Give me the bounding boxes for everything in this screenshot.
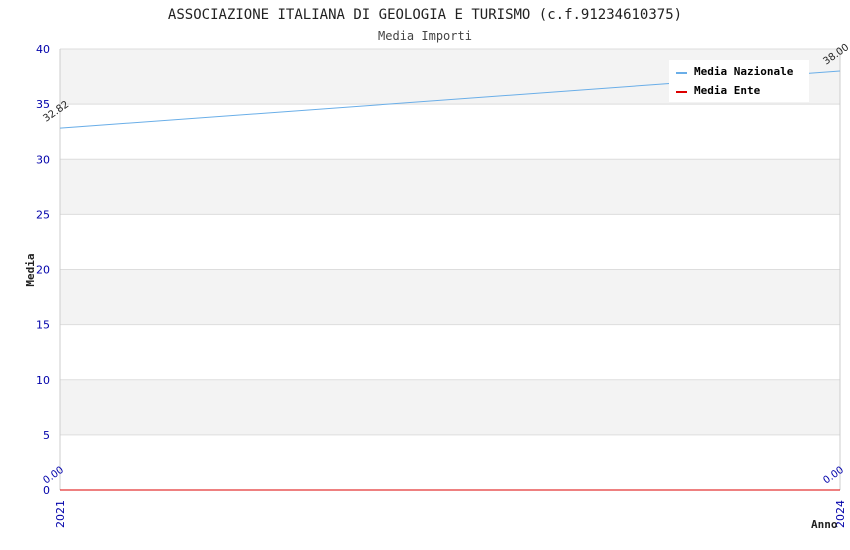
grid-band bbox=[60, 159, 840, 215]
y-tick-label: 15 bbox=[36, 319, 50, 332]
y-tick-label: 30 bbox=[36, 153, 50, 166]
grid-band bbox=[60, 324, 840, 380]
y-tick-label: 40 bbox=[36, 43, 50, 56]
grid-band bbox=[60, 379, 840, 435]
line-chart: ASSOCIAZIONE ITALIANA DI GEOLOGIA E TURI… bbox=[24, 7, 850, 531]
x-axis-label: Anno bbox=[811, 518, 838, 531]
grid-band bbox=[60, 214, 840, 270]
y-tick-label: 10 bbox=[36, 374, 50, 387]
y-tick-label: 25 bbox=[36, 208, 50, 221]
legend: Media Nazionale Media Ente bbox=[669, 60, 809, 102]
x-tick-label: 2021 bbox=[54, 500, 67, 528]
chart-title: ASSOCIAZIONE ITALIANA DI GEOLOGIA E TURI… bbox=[168, 7, 682, 23]
legend-label: Media Ente bbox=[694, 84, 761, 97]
grid-band bbox=[60, 434, 840, 490]
y-tick-label: 20 bbox=[36, 264, 50, 277]
y-axis-label: Media bbox=[24, 253, 37, 286]
grid-band bbox=[60, 104, 840, 160]
x-axis-ticks: 2021 2024 bbox=[54, 500, 847, 528]
grid-band bbox=[60, 269, 840, 325]
chart-subtitle: Media Importi bbox=[378, 29, 472, 43]
legend-label: Media Nazionale bbox=[694, 65, 794, 78]
y-tick-label: 35 bbox=[36, 98, 50, 111]
y-tick-label: 5 bbox=[43, 429, 50, 442]
